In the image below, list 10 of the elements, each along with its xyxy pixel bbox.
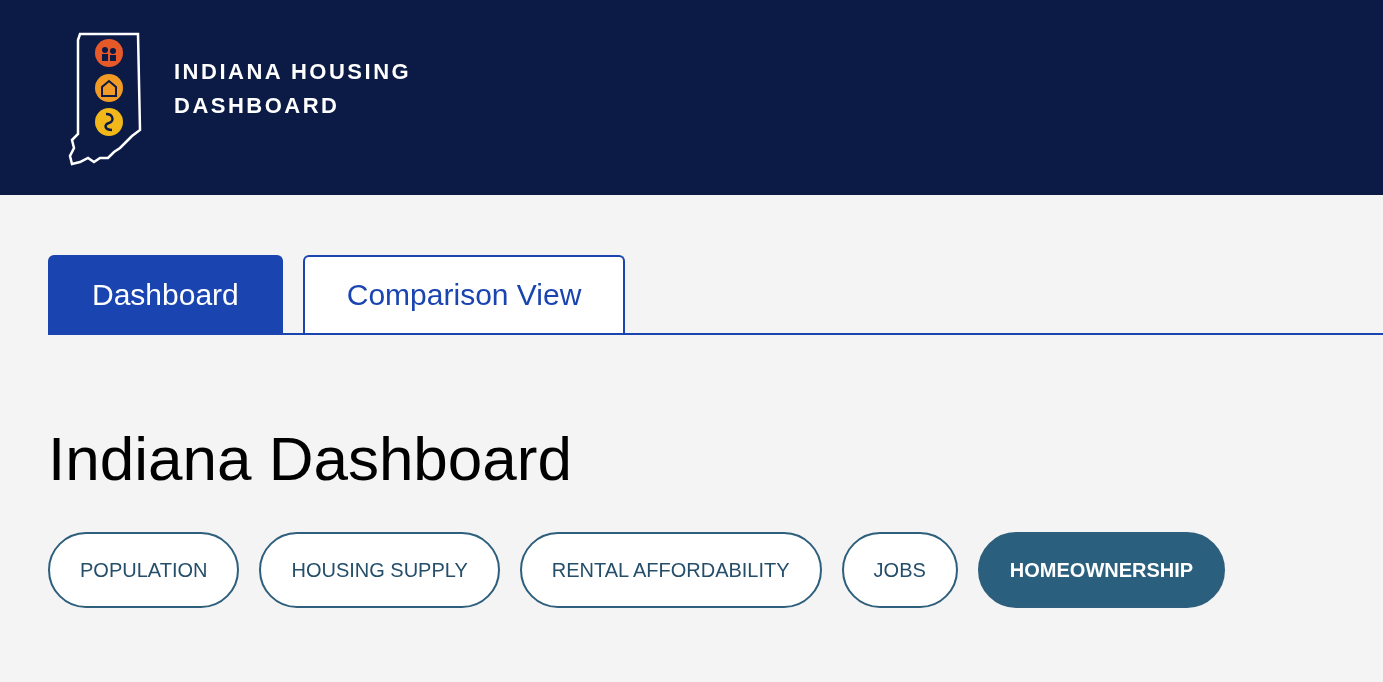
logo-title: INDIANA HOUSING <box>174 58 412 86</box>
view-tab[interactable]: Comparison View <box>302 255 626 333</box>
topic-pill[interactable]: HOMEOWNERSHIP <box>977 532 1226 608</box>
topic-pill[interactable]: POPULATION <box>48 532 240 608</box>
topic-pill[interactable]: HOUSING SUPPLY <box>259 532 500 608</box>
topic-pill[interactable]: RENTAL AFFORDABILITY <box>519 532 822 608</box>
logo-title: DASHBOARD <box>174 92 341 120</box>
view-tab[interactable]: Dashboard <box>48 255 283 333</box>
page-heading: Indiana Dashboard <box>48 423 573 494</box>
topic-pill[interactable]: JOBS <box>841 532 958 608</box>
